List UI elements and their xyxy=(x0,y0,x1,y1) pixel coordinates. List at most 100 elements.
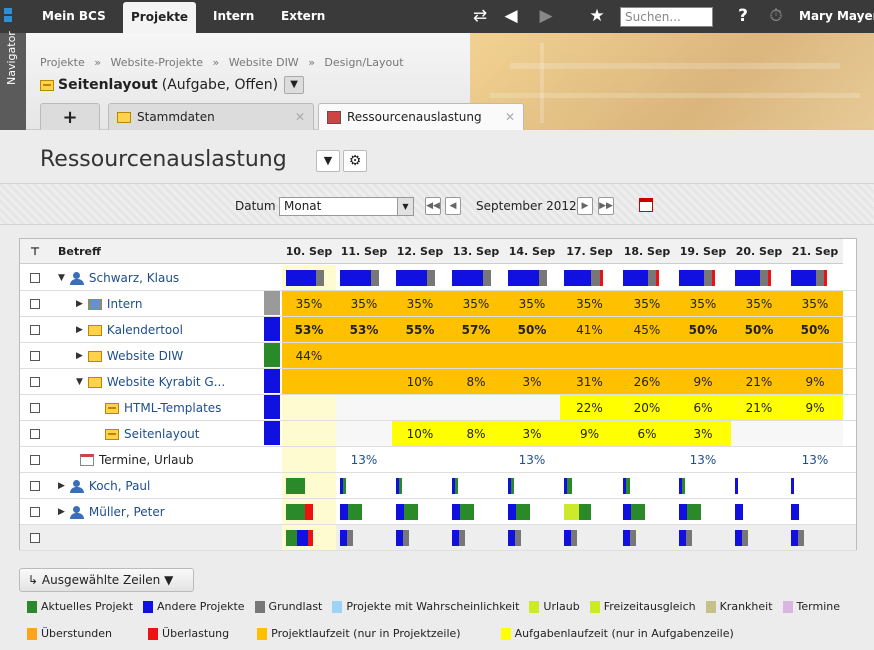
person-row-label[interactable]: ▶ Müller, Peter xyxy=(58,499,165,525)
help-icon[interactable]: ? xyxy=(731,5,755,27)
user-name[interactable]: Mary Mayer xyxy=(799,0,874,33)
value-cell[interactable] xyxy=(560,447,619,472)
value-cell[interactable]: 35% xyxy=(336,291,392,316)
refresh-icon[interactable]: ⇄ xyxy=(468,5,492,27)
row-checkbox[interactable] xyxy=(30,481,40,491)
value-cell[interactable]: 44% xyxy=(282,343,336,368)
person-row-label[interactable]: ▶ Koch, Paul xyxy=(58,473,150,499)
row-checkbox[interactable] xyxy=(30,429,40,439)
value-cell[interactable] xyxy=(504,343,560,368)
breadcrumb-design-layout[interactable]: Design/Layout xyxy=(324,56,403,69)
value-cell[interactable] xyxy=(787,421,843,446)
day-column-header[interactable]: 20. Sep xyxy=(731,239,787,264)
value-cell[interactable]: 3% xyxy=(675,421,731,446)
value-cell[interactable]: 9% xyxy=(560,421,619,446)
value-cell[interactable]: 35% xyxy=(282,291,336,316)
value-cell[interactable]: 3% xyxy=(504,421,560,446)
value-cell[interactable]: 10% xyxy=(392,421,448,446)
value-cell[interactable]: 21% xyxy=(731,369,787,394)
value-cell[interactable]: 35% xyxy=(392,291,448,316)
value-cell[interactable]: 20% xyxy=(619,395,675,420)
day-column-header[interactable]: 12. Sep xyxy=(392,239,448,264)
value-cell[interactable]: 31% xyxy=(560,369,619,394)
previous-page-button[interactable]: ◀ xyxy=(445,197,461,215)
value-cell[interactable]: 50% xyxy=(787,317,843,342)
nav-tab-extern[interactable]: Extern xyxy=(273,0,333,33)
breadcrumb-website-projekte[interactable]: Website-Projekte xyxy=(110,56,203,69)
value-cell[interactable] xyxy=(336,421,392,446)
day-column-header[interactable]: 21. Sep xyxy=(787,239,843,264)
value-cell[interactable] xyxy=(392,447,448,472)
value-cell[interactable] xyxy=(731,447,787,472)
value-cell[interactable]: 50% xyxy=(731,317,787,342)
tab-ressourcenauslastung[interactable]: Ressourcenauslastung ✕ xyxy=(318,103,524,130)
collapse-icon[interactable]: ▼ xyxy=(58,265,65,291)
value-cell[interactable] xyxy=(448,395,504,420)
value-cell[interactable] xyxy=(448,343,504,368)
favorites-star-icon[interactable]: ★ xyxy=(585,5,609,27)
value-cell[interactable]: 50% xyxy=(504,317,560,342)
value-cell[interactable]: 26% xyxy=(619,369,675,394)
value-cell[interactable]: 35% xyxy=(504,291,560,316)
value-cell[interactable] xyxy=(336,369,392,394)
row-checkbox[interactable] xyxy=(30,325,40,335)
close-tab-icon[interactable]: ✕ xyxy=(505,104,515,131)
nav-tab-intern[interactable]: Intern xyxy=(205,0,262,33)
task-menu-dropdown-button[interactable]: ▼ xyxy=(284,76,305,94)
value-cell[interactable]: 35% xyxy=(787,291,843,316)
value-cell[interactable]: 8% xyxy=(448,421,504,446)
forward-arrow-icon[interactable]: ▶ xyxy=(534,5,558,27)
value-cell[interactable]: 35% xyxy=(619,291,675,316)
value-cell[interactable] xyxy=(448,447,504,472)
day-column-header[interactable]: 10. Sep xyxy=(282,239,336,264)
value-cell[interactable]: 6% xyxy=(675,395,731,420)
calendar-icon[interactable] xyxy=(639,198,653,212)
subject-column-header[interactable]: Betreff xyxy=(20,239,282,264)
value-cell[interactable] xyxy=(675,343,731,368)
value-cell[interactable]: 35% xyxy=(731,291,787,316)
project-row-label[interactable]: ▶ Website DIW xyxy=(76,343,183,369)
project-row-label[interactable]: ▼ Website Kyrabit G... xyxy=(76,369,225,395)
value-cell[interactable]: 35% xyxy=(560,291,619,316)
value-cell[interactable]: 35% xyxy=(448,291,504,316)
day-column-header[interactable]: 11. Sep xyxy=(336,239,392,264)
value-cell[interactable]: 55% xyxy=(392,317,448,342)
value-cell[interactable] xyxy=(336,343,392,368)
value-cell[interactable]: 6% xyxy=(619,421,675,446)
expand-icon[interactable]: ▶ xyxy=(76,317,83,343)
collapse-icon[interactable]: ▼ xyxy=(76,369,83,395)
value-cell[interactable]: 41% xyxy=(560,317,619,342)
row-checkbox[interactable] xyxy=(30,351,40,361)
row-checkbox[interactable] xyxy=(30,455,40,465)
task-row-label[interactable]: Seitenlayout xyxy=(105,421,199,447)
next-page-button[interactable]: ▶ xyxy=(577,197,593,215)
row-checkbox[interactable] xyxy=(30,403,40,413)
day-column-header[interactable]: 13. Sep xyxy=(448,239,504,264)
value-cell[interactable] xyxy=(560,343,619,368)
selected-rows-button[interactable]: ↳ Ausgewählte Zeilen ▼ xyxy=(19,568,194,592)
value-cell[interactable] xyxy=(731,343,787,368)
row-checkbox[interactable] xyxy=(30,533,40,543)
day-column-header[interactable]: 18. Sep xyxy=(619,239,675,264)
value-cell[interactable]: 53% xyxy=(336,317,392,342)
calendar-row-label[interactable]: Termine, Urlaub xyxy=(80,447,194,473)
breadcrumb-website-diw[interactable]: Website DIW xyxy=(229,56,299,69)
expand-icon[interactable]: ▶ xyxy=(76,291,83,317)
value-cell[interactable] xyxy=(787,473,843,498)
expand-icon[interactable]: ▶ xyxy=(58,473,65,499)
value-cell[interactable] xyxy=(392,343,448,368)
person-row-label[interactable]: ▼ Schwarz, Klaus xyxy=(58,265,179,291)
value-cell[interactable] xyxy=(619,447,675,472)
task-row-label[interactable]: HTML-Templates xyxy=(105,395,221,421)
value-cell[interactable] xyxy=(336,395,392,420)
nav-tab-projekte[interactable]: Projekte xyxy=(123,2,197,33)
settings-gear-icon[interactable]: ⚙ xyxy=(343,150,367,172)
breadcrumb-projekte[interactable]: Projekte xyxy=(40,56,85,69)
value-cell[interactable] xyxy=(282,369,336,394)
day-column-header[interactable]: 14. Sep xyxy=(504,239,560,264)
value-cell[interactable]: 9% xyxy=(675,369,731,394)
value-cell[interactable]: 8% xyxy=(448,369,504,394)
search-input[interactable]: Suchen... xyxy=(620,7,713,27)
add-tab-button[interactable]: + xyxy=(40,103,100,130)
expand-icon[interactable]: ▶ xyxy=(58,499,65,525)
